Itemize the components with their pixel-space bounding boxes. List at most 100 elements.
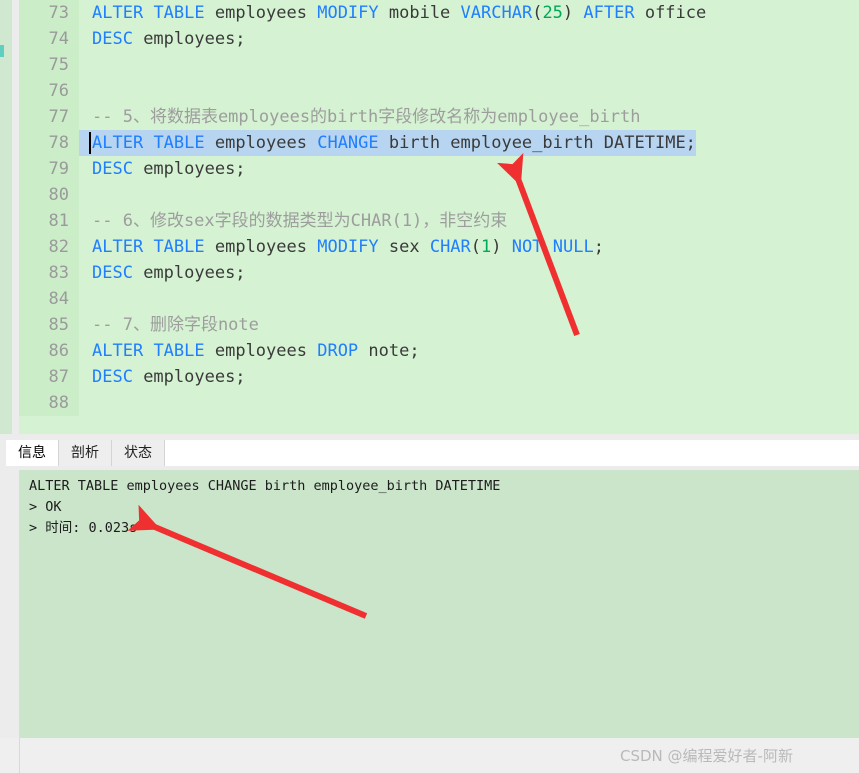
- code-line-text[interactable]: -- 5、将数据表employees的birth字段修改名称为employee_…: [79, 104, 641, 130]
- code-token: NULL: [552, 237, 594, 257]
- line-number: 88: [19, 390, 79, 416]
- code-line-text[interactable]: DESC employees;: [79, 156, 246, 182]
- line-number: 75: [19, 52, 79, 78]
- code-token: employees;: [132, 263, 246, 283]
- code-line[interactable]: 74 DESC employees;: [19, 26, 859, 52]
- sql-editor-window: 73 ALTER TABLE employees MODIFY mobile VA…: [0, 0, 859, 773]
- code-line[interactable]: 82 ALTER TABLE employees MODIFY sex CHAR(…: [19, 234, 859, 260]
- code-token: employees: [204, 341, 318, 361]
- line-number: 78: [19, 130, 79, 156]
- code-line-text[interactable]: [79, 78, 92, 104]
- status-bar-corner: [0, 738, 20, 773]
- code-line[interactable]: 80: [19, 182, 859, 208]
- code-line-text[interactable]: ALTER TABLE employees MODIFY sex CHAR(1)…: [79, 234, 604, 260]
- code-line-text[interactable]: [79, 286, 92, 312]
- code-token: 25: [542, 3, 563, 23]
- code-token: ALTER: [92, 133, 144, 153]
- code-line-text[interactable]: DESC employees;: [79, 364, 246, 390]
- code-line-text[interactable]: ALTER TABLE employees DROP note;: [79, 338, 420, 364]
- csdn-watermark: CSDN @编程爱好者-阿新: [620, 747, 793, 765]
- result-output-area[interactable]: ALTER TABLE employees CHANGE birth emplo…: [20, 470, 859, 738]
- code-token: ;: [593, 237, 604, 257]
- result-tab-0[interactable]: 信息: [6, 440, 59, 466]
- line-number: 85: [19, 312, 79, 338]
- code-token: ALTER: [92, 341, 144, 361]
- code-line[interactable]: 75: [19, 52, 859, 78]
- code-token: MODIFY: [317, 237, 379, 257]
- code-line[interactable]: 81 -- 6、修改sex字段的数据类型为CHAR(1)，非空约束: [19, 208, 859, 234]
- code-line-text[interactable]: -- 6、修改sex字段的数据类型为CHAR(1)，非空约束: [79, 208, 507, 234]
- editor-change-marker: [0, 45, 4, 57]
- result-tab-2[interactable]: 状态: [112, 440, 165, 466]
- code-line-text[interactable]: ALTER TABLE employees CHANGE birth emplo…: [79, 130, 696, 156]
- code-line[interactable]: 78 ALTER TABLE employees CHANGE birth emp…: [19, 130, 859, 156]
- code-lines-container[interactable]: 73 ALTER TABLE employees MODIFY mobile VA…: [19, 0, 859, 434]
- text-cursor: [89, 132, 91, 154]
- code-token: ALTER: [92, 3, 144, 23]
- code-token: DESC: [92, 367, 133, 387]
- code-token: employees;: [132, 29, 246, 49]
- editor-left-strip: [0, 0, 12, 434]
- result-output-line: ALTER TABLE employees CHANGE birth emplo…: [29, 478, 501, 494]
- code-token: DESC: [92, 29, 133, 49]
- code-token: (: [470, 237, 482, 257]
- code-token: MODIFY: [317, 3, 379, 23]
- code-token: -- 7、删除字段note: [92, 315, 259, 335]
- code-line-text[interactable]: [79, 390, 92, 416]
- line-number: 81: [19, 208, 79, 234]
- code-line-text[interactable]: DESC employees;: [79, 260, 246, 286]
- code-token: TABLE: [153, 3, 205, 23]
- code-line[interactable]: 83 DESC employees;: [19, 260, 859, 286]
- code-token: office: [634, 3, 707, 23]
- code-line-text[interactable]: [79, 182, 92, 208]
- code-token: ALTER: [92, 237, 144, 257]
- code-token: NOT: [511, 237, 543, 257]
- code-line[interactable]: 79 DESC employees;: [19, 156, 859, 182]
- line-number: 86: [19, 338, 79, 364]
- code-line[interactable]: 85 -- 7、删除字段note: [19, 312, 859, 338]
- code-token: CHAR: [429, 237, 471, 257]
- code-token: ): [491, 237, 512, 257]
- line-number: 76: [19, 78, 79, 104]
- code-token: DESC: [92, 159, 133, 179]
- code-token: TABLE: [153, 341, 205, 361]
- code-token: employees: [204, 237, 318, 257]
- line-number: 82: [19, 234, 79, 260]
- code-token: birth employee_birth DATETIME;: [378, 133, 696, 153]
- result-tab-1[interactable]: 剖析: [59, 440, 112, 466]
- code-line[interactable]: 73 ALTER TABLE employees MODIFY mobile VA…: [19, 0, 859, 26]
- code-line[interactable]: 88: [19, 390, 859, 416]
- code-token: 1: [481, 237, 492, 257]
- code-token: employees: [204, 133, 318, 153]
- code-token: note;: [358, 341, 420, 361]
- code-token: sex: [378, 237, 430, 257]
- line-number: 83: [19, 260, 79, 286]
- code-token: ): [562, 3, 584, 23]
- code-line-text[interactable]: ALTER TABLE employees MODIFY mobile VARC…: [79, 0, 706, 26]
- line-number: 77: [19, 104, 79, 130]
- code-token: employees: [204, 3, 318, 23]
- sql-editor-pane[interactable]: 73 ALTER TABLE employees MODIFY mobile VA…: [0, 0, 859, 434]
- code-line-text[interactable]: DESC employees;: [79, 26, 246, 52]
- code-line-text[interactable]: -- 7、删除字段note: [79, 312, 259, 338]
- code-line[interactable]: 76: [19, 78, 859, 104]
- code-token: TABLE: [153, 237, 205, 257]
- code-line-text[interactable]: [79, 52, 92, 78]
- code-line[interactable]: 84: [19, 286, 859, 312]
- editor-gutter-separator: [12, 0, 19, 434]
- code-line[interactable]: 77 -- 5、将数据表employees的birth字段修改名称为employe…: [19, 104, 859, 130]
- code-line[interactable]: 87 DESC employees;: [19, 364, 859, 390]
- line-number: 79: [19, 156, 79, 182]
- code-token: mobile: [378, 3, 461, 23]
- line-number: 84: [19, 286, 79, 312]
- line-number: 87: [19, 364, 79, 390]
- result-tab-bar[interactable]: 信息 剖析 状态: [6, 440, 859, 466]
- code-line[interactable]: 86 ALTER TABLE employees DROP note;: [19, 338, 859, 364]
- result-panel: 信息 剖析 状态 ALTER TABLE employees CHANGE birt…: [0, 434, 859, 738]
- code-token: DESC: [92, 263, 133, 283]
- code-token: CHANGE: [317, 133, 379, 153]
- code-token: employees;: [132, 159, 246, 179]
- code-token: AFTER: [583, 3, 635, 23]
